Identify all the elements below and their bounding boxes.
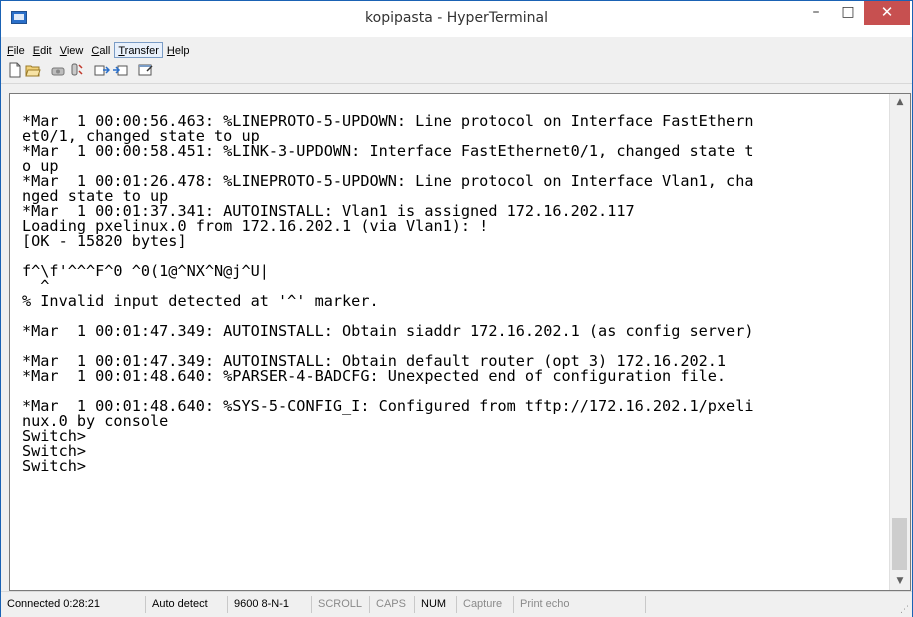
scroll-down-arrow-icon[interactable]: ▼ <box>890 573 910 590</box>
scroll-up-arrow-icon[interactable]: ▲ <box>890 94 910 111</box>
maximize-button[interactable]: □ <box>833 1 863 25</box>
title-bar[interactable]: kopipasta - HyperTerminal – □ ✕ <box>1 1 912 37</box>
status-detect: Auto detect <box>146 596 228 613</box>
menu-file-label: ile <box>13 45 25 57</box>
close-button[interactable]: ✕ <box>864 1 910 25</box>
menu-view-mnemonic: V <box>59 45 67 57</box>
menu-help[interactable]: Help <box>163 42 194 57</box>
menu-edit-mnemonic: E <box>32 45 41 57</box>
status-scroll: SCROLL <box>312 596 370 613</box>
disconnect-icon[interactable] <box>68 62 84 78</box>
open-icon[interactable] <box>25 62 41 78</box>
menu-edit-label: dit <box>40 45 52 57</box>
menu-transfer-label: ransfer <box>124 45 159 57</box>
status-settings: 9600 8-N-1 <box>228 596 312 613</box>
hyperterminal-window: kopipasta - HyperTerminal – □ ✕ File Edit… <box>0 0 913 617</box>
menu-bar: File Edit View Call Transfer Help <box>1 39 912 59</box>
status-num: NUM <box>415 596 457 613</box>
minimize-button[interactable]: – <box>801 1 831 25</box>
status-capture: Capture <box>457 596 514 613</box>
window-title: kopipasta - HyperTerminal <box>365 10 548 26</box>
toolbar <box>1 59 912 84</box>
terminal-frame: *Mar 1 00:00:56.463: %LINEPROTO-5-UPDOWN… <box>9 93 911 591</box>
send-icon[interactable] <box>94 62 111 78</box>
terminal-screen[interactable]: *Mar 1 00:00:56.463: %LINEPROTO-5-UPDOWN… <box>10 94 888 590</box>
menu-file-mnemonic: F <box>7 45 14 57</box>
menu-view-label: iew <box>66 45 84 57</box>
menu-help-label: elp <box>174 45 190 57</box>
menu-edit[interactable]: Edit <box>29 42 56 57</box>
menu-view[interactable]: View <box>56 42 88 57</box>
menu-call-label: all <box>99 45 111 57</box>
status-print-echo: Print echo <box>514 596 646 613</box>
menu-help-mnemonic: H <box>166 45 175 57</box>
connect-icon[interactable] <box>50 62 66 78</box>
new-icon[interactable] <box>7 62 23 78</box>
status-caps: CAPS <box>370 596 415 613</box>
menu-call[interactable]: Call <box>87 42 114 57</box>
terminal-output: *Mar 1 00:00:56.463: %LINEPROTO-5-UPDOWN… <box>22 112 754 475</box>
menu-file[interactable]: File <box>1 42 29 57</box>
status-connected: Connected 0:28:21 <box>1 596 146 613</box>
menu-transfer[interactable]: Transfer <box>114 42 163 58</box>
vertical-scrollbar[interactable]: ▲ ▼ <box>889 94 910 590</box>
status-bar: Connected 0:28:21 Auto detect 9600 8-N-1… <box>1 591 912 617</box>
receive-icon[interactable] <box>112 62 128 78</box>
properties-icon[interactable] <box>138 62 154 78</box>
resize-grip-icon[interactable]: ⋰ <box>900 605 910 615</box>
scrollbar-thumb[interactable] <box>892 518 907 570</box>
